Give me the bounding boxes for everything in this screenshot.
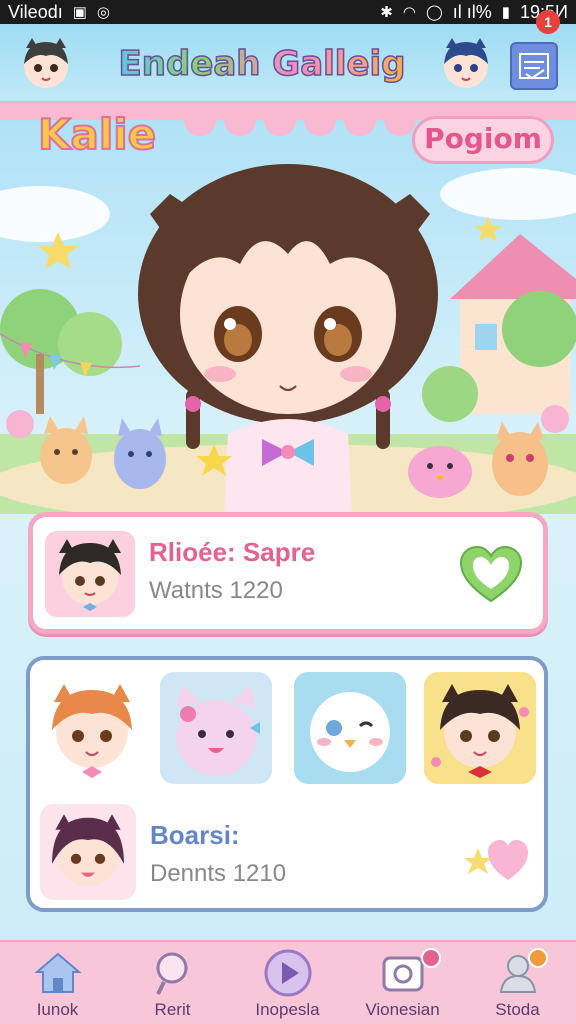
search-icon (156, 952, 188, 995)
nav-item-gallery[interactable]: Vionesian (345, 942, 460, 1024)
gallery-thumb-3[interactable] (294, 672, 406, 784)
nav-item-play[interactable]: Inopesla (230, 942, 345, 1024)
app-header: Endeah Galleig (0, 24, 576, 104)
nav-label-search: Rerit (154, 1000, 191, 1019)
gallery-thumb-1[interactable] (36, 672, 148, 784)
bluetooth-icon: ✱ (380, 3, 393, 21)
nav-label-home: Iunok (36, 1000, 79, 1019)
featured-stat: Watnts 1220 (149, 577, 283, 604)
gallery-thumb-2[interactable] (160, 672, 272, 784)
gallery-panel: Boarsi: Dennts 1210 (26, 656, 548, 912)
app-notification-icon: ▣ (72, 3, 87, 21)
gallery-thumb-4[interactable] (424, 672, 536, 784)
sync-icon: ◎ (96, 3, 110, 21)
notifications-button[interactable] (510, 42, 558, 90)
battery-icon: ▮ (501, 3, 511, 21)
nav-label-play: Inopesla (255, 1000, 320, 1019)
featured-avatar (45, 531, 135, 617)
inbox-icon (519, 53, 549, 80)
app-title: Endeah Galleig (112, 38, 412, 90)
profile-notification-dot (528, 948, 548, 968)
user-avatar-left[interactable] (16, 34, 76, 94)
bottom-nav: Iunok Rerit Inopesla Vionesian Stoda (0, 940, 576, 1024)
nav-item-search[interactable]: Rerit (115, 942, 230, 1024)
like-heart-icon[interactable] (457, 543, 525, 607)
gallery-notification-dot (421, 948, 441, 968)
carrier-label: Vileodı (8, 1, 63, 22)
wifi-icon: ◠ (402, 3, 416, 21)
home-icon (34, 952, 82, 993)
status-bar: Vileodı ▣ ◎ ✱ ◠ ◯ ıl ıl% ▮ 19:5И (0, 0, 576, 24)
gallery-thumb-5[interactable] (40, 804, 136, 900)
nav-item-profile[interactable]: Stoda (460, 942, 575, 1024)
nav-label-profile: Stoda (495, 1000, 540, 1019)
program-button[interactable]: Pogiom (412, 116, 554, 164)
character-name: Kalie (37, 109, 157, 160)
hero-scene (0, 104, 576, 514)
notification-badge: 1 (536, 10, 560, 34)
featured-name: Rlioée: Sapre (149, 537, 316, 567)
hero-illustration (0, 104, 576, 514)
gallery-stat: Dennts 1210 (150, 860, 287, 887)
nav-item-home[interactable]: Iunok (0, 942, 115, 1024)
user-avatar-right[interactable] (436, 34, 496, 94)
gallery-name: Boarsi: (150, 820, 240, 850)
location-icon: ◯ (425, 3, 443, 21)
play-icon (264, 949, 312, 997)
signal-strength: ıl ıl% (452, 1, 492, 22)
nav-label-gallery: Vionesian (365, 1000, 440, 1019)
sparkle-heart-icon[interactable] (460, 834, 530, 886)
featured-card[interactable]: Rlioée: Sapre Watnts 1220 (28, 512, 548, 634)
